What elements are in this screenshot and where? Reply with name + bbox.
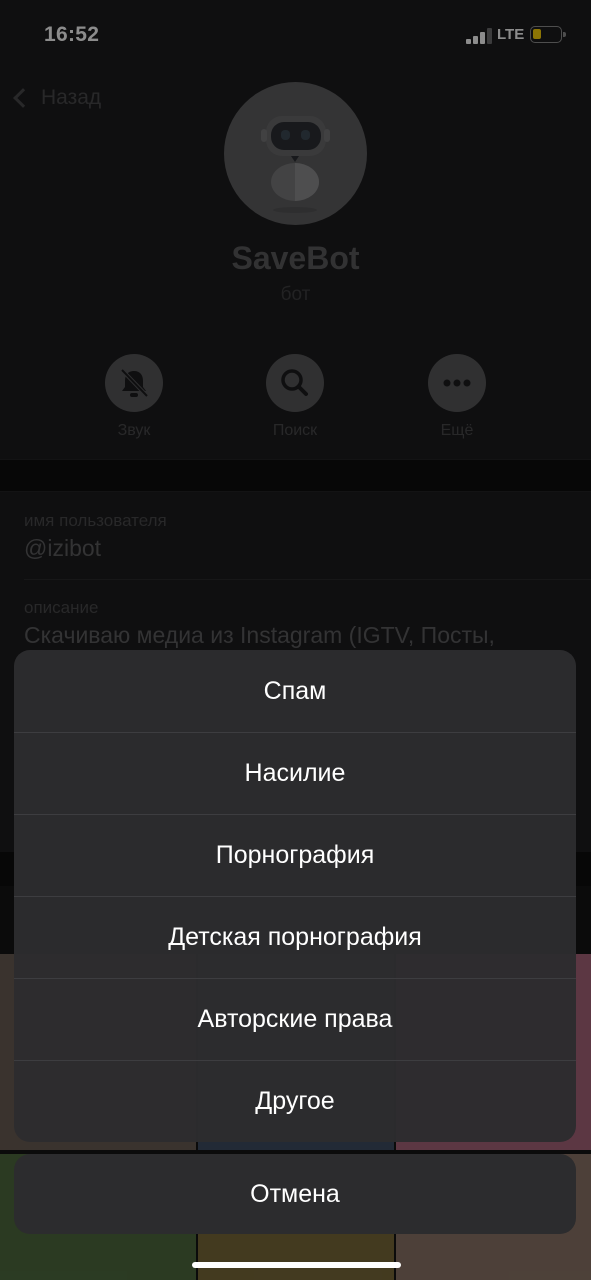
cancel-button[interactable]: Отмена (14, 1154, 576, 1234)
report-option-violence[interactable]: Насилие (14, 732, 576, 814)
home-indicator[interactable] (192, 1262, 401, 1268)
screen: 16:52 LTE Назад SaveBot бот Звук Поиск Е… (0, 0, 591, 1280)
report-action-sheet: Спам Насилие Порнография Детская порногр… (14, 650, 576, 1142)
report-option-spam[interactable]: Спам (14, 650, 576, 732)
report-option-copyright[interactable]: Авторские права (14, 978, 576, 1060)
report-option-other[interactable]: Другое (14, 1060, 576, 1142)
report-option-pornography[interactable]: Порнография (14, 814, 576, 896)
report-option-child-abuse[interactable]: Детская порнография (14, 896, 576, 978)
